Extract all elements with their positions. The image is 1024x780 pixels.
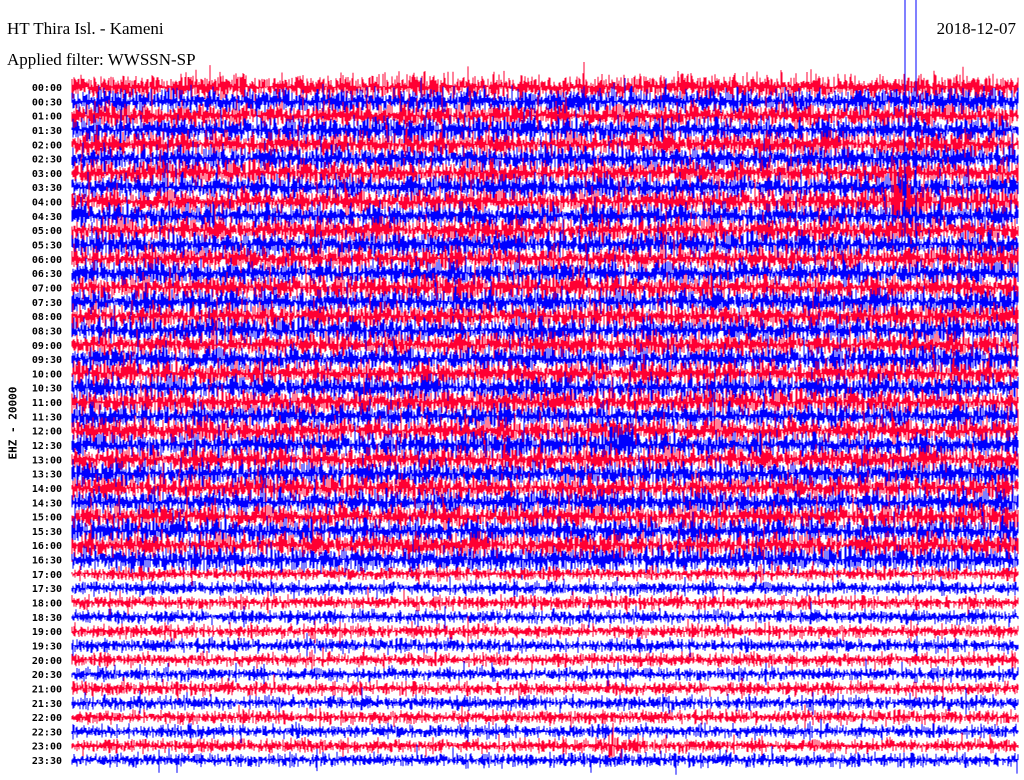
time-tick-label: 04:00 (32, 198, 62, 209)
time-tick-label: 20:30 (32, 670, 62, 681)
time-tick-label: 18:30 (32, 613, 62, 624)
time-tick-label: 07:30 (32, 298, 62, 309)
time-tick-label: 00:00 (32, 83, 62, 94)
time-tick-label: 19:00 (32, 627, 62, 638)
time-tick-label: 21:30 (32, 699, 62, 710)
time-tick-label: 03:00 (32, 169, 62, 180)
time-tick-label: 23:30 (32, 756, 62, 767)
time-tick-label: 10:00 (32, 369, 62, 380)
time-tick-label: 10:30 (32, 384, 62, 395)
time-tick-label: 18:00 (32, 599, 62, 610)
time-tick-label: 13:30 (32, 470, 62, 481)
time-tick-label: 01:30 (32, 126, 62, 137)
time-tick-label: 20:00 (32, 656, 62, 667)
time-tick-label: 05:30 (32, 241, 62, 252)
time-tick-label: 17:00 (32, 570, 62, 581)
time-tick-label: 22:00 (32, 713, 62, 724)
time-tick-label: 13:00 (32, 455, 62, 466)
time-tick-label: 22:30 (32, 727, 62, 738)
time-tick-label: 02:00 (32, 140, 62, 151)
time-tick-label: 00:30 (32, 97, 62, 108)
time-tick-label: 12:30 (32, 441, 62, 452)
time-tick-label: 09:30 (32, 355, 62, 366)
time-tick-label: 16:00 (32, 541, 62, 552)
time-tick-label: 08:00 (32, 312, 62, 323)
time-tick-label: 17:30 (32, 584, 62, 595)
time-tick-label: 12:00 (32, 427, 62, 438)
helicorder-plot: 00:00 00:30 01:00 01:30 02:00 02:30 03:00 03:30… (32, 0, 1019, 775)
time-tick-label: 19:30 (32, 641, 62, 652)
time-tick-label: 23:00 (32, 742, 62, 753)
time-tick-label: 08:30 (32, 326, 62, 337)
time-tick-label: 14:00 (32, 484, 62, 495)
time-tick-label: 04:30 (32, 212, 62, 223)
trace-1800 (71, 586, 1019, 618)
time-tick-label: 11:00 (32, 398, 62, 409)
time-tick-label: 14:30 (32, 498, 62, 509)
time-tick-label: 05:00 (32, 226, 62, 237)
time-tick-label: 01:00 (32, 112, 62, 123)
time-tick-label: 16:30 (32, 556, 62, 567)
time-tick-label: 15:00 (32, 513, 62, 524)
time-tick-label: 09:00 (32, 341, 62, 352)
trace-1730 (71, 575, 1019, 601)
time-tick-label: 07:00 (32, 283, 62, 294)
time-tick-label: 03:30 (32, 183, 62, 194)
time-tick-label: 02:30 (32, 155, 62, 166)
time-tick-label: 15:30 (32, 527, 62, 538)
time-tick-label: 06:00 (32, 255, 62, 266)
time-tick-label: 11:30 (32, 412, 62, 423)
trace-1930 (71, 633, 1019, 660)
time-tick-label: 06:30 (32, 269, 62, 280)
time-tick-label: 21:00 (32, 684, 62, 695)
